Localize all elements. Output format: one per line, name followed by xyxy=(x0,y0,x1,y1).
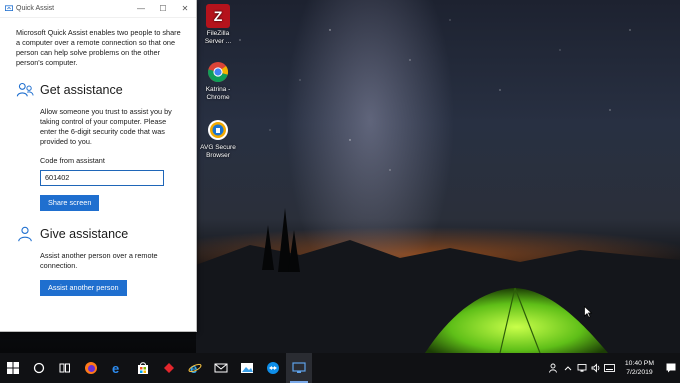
taskbar-mail[interactable] xyxy=(208,353,234,383)
give-assistance-icon xyxy=(18,226,32,242)
windows-start-icon xyxy=(7,362,19,374)
network-icon[interactable] xyxy=(575,353,589,383)
taskbar-teamviewer[interactable] xyxy=(260,353,286,383)
task-view-icon xyxy=(59,363,70,373)
give-assistance-description: Assist another person over a remote conn… xyxy=(40,251,158,270)
svg-text:e: e xyxy=(112,361,119,375)
firefox-icon xyxy=(85,362,97,374)
start-button[interactable] xyxy=(0,353,26,383)
taskbar-edge[interactable]: e xyxy=(104,353,130,383)
cortana-button[interactable] xyxy=(26,353,52,383)
quick-assist-app-icon xyxy=(5,4,13,11)
desktop-icon-filezilla[interactable]: Z FileZilla Server ... xyxy=(198,4,238,46)
close-button[interactable]: ✕ xyxy=(174,4,196,13)
system-tray: 10:40 PM 7/2/2019 xyxy=(547,353,680,383)
minimize-button[interactable]: — xyxy=(130,4,152,13)
code-label: Code from assistant xyxy=(40,156,105,165)
glowing-tent xyxy=(425,287,608,354)
window-title: Quick Assist xyxy=(16,5,55,12)
cortana-search-icon xyxy=(33,362,45,374)
taskbar-red-app[interactable] xyxy=(156,353,182,383)
chrome-icon xyxy=(206,60,230,84)
quick-assist-window: Quick Assist — ☐ ✕ Microsoft Quick Assis… xyxy=(0,0,197,332)
people-icon[interactable] xyxy=(547,353,561,383)
desktop-icon-label: Katrina - Chrome xyxy=(205,86,231,101)
edge-icon: e xyxy=(112,361,119,375)
filezilla-icon: Z xyxy=(206,4,230,28)
clock-date: 7/2/2019 xyxy=(626,369,653,376)
teamviewer-icon xyxy=(267,362,279,374)
window-titlebar[interactable]: Quick Assist — ☐ ✕ xyxy=(0,0,196,18)
avg-browser-icon xyxy=(206,118,230,142)
code-input[interactable]: 601402 xyxy=(40,170,164,186)
assist-another-person-button[interactable]: Assist another person xyxy=(40,280,127,296)
taskbar: e e 10:40 PM 7/2/2019 xyxy=(0,353,680,383)
taskbar-firefox[interactable] xyxy=(78,353,104,383)
get-assistance-description: Allow someone you trust to assist you by… xyxy=(40,107,172,146)
keyboard-icon[interactable] xyxy=(603,353,617,383)
quick-assist-icon xyxy=(292,362,306,373)
ie-icon: e xyxy=(188,361,202,375)
mouse-cursor-icon xyxy=(584,306,592,318)
get-assistance-header: Get assistance xyxy=(16,81,182,99)
taskbar-store[interactable] xyxy=(130,353,156,383)
taskbar-quick-assist[interactable] xyxy=(286,353,312,383)
mail-icon xyxy=(214,363,228,373)
clock-time: 10:40 PM xyxy=(624,360,654,367)
show-hidden-icons-chevron-icon[interactable] xyxy=(561,353,575,383)
taskbar-clock[interactable]: 10:40 PM 7/2/2019 xyxy=(617,359,662,377)
taskbar-photos[interactable] xyxy=(234,353,260,383)
task-view-button[interactable] xyxy=(52,353,78,383)
maximize-button[interactable]: ☐ xyxy=(152,4,174,13)
give-assistance-header: Give assistance xyxy=(16,225,182,243)
taskbar-ie[interactable]: e xyxy=(182,353,208,383)
desktop-icon-label: AVG Secure Browser xyxy=(200,144,236,159)
notifications-icon[interactable] xyxy=(662,353,680,383)
volume-icon[interactable] xyxy=(589,353,603,383)
svg-text:e: e xyxy=(190,361,197,375)
get-assistance-title: Get assistance xyxy=(40,83,123,97)
photos-icon xyxy=(241,363,253,373)
desktop-icon-chrome[interactable]: Katrina - Chrome xyxy=(198,60,238,102)
give-assistance-title: Give assistance xyxy=(40,227,129,241)
red-app-icon xyxy=(164,363,174,373)
share-screen-button[interactable]: Share screen xyxy=(40,195,100,211)
desktop-icon-label: FileZilla Server ... xyxy=(204,30,232,45)
intro-text: Microsoft Quick Assist enables two peopl… xyxy=(16,28,181,67)
store-icon xyxy=(138,362,148,374)
desktop-icon-avg-browser[interactable]: AVG Secure Browser xyxy=(198,118,238,160)
get-assistance-icon xyxy=(16,82,34,97)
